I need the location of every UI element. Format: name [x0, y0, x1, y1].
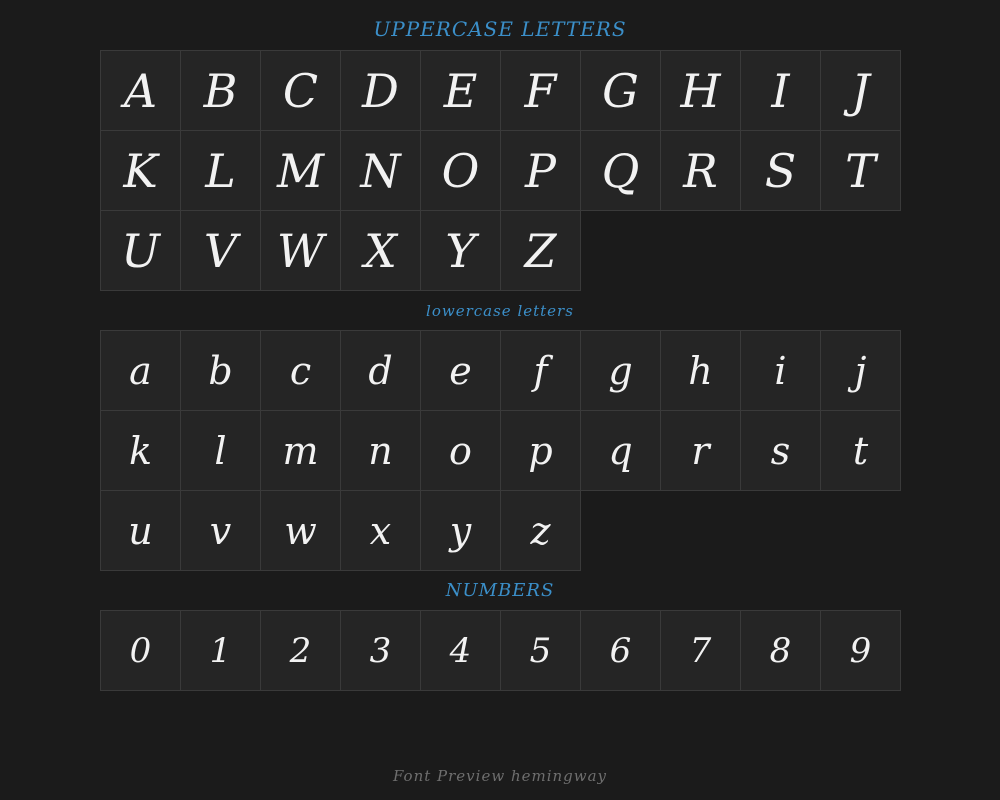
uppercase-glyph-cell: X	[341, 211, 421, 291]
numbers-heading: NUMBERS	[445, 580, 555, 601]
font-name-label: Font Preview hemingway	[392, 767, 608, 785]
uppercase-glyph-cell: Y	[421, 211, 501, 291]
uppercase-glyph-cell: O	[421, 131, 501, 211]
lowercase-glyph-cell: q	[581, 411, 661, 491]
lowercase-glyph-cell: a	[101, 331, 181, 411]
uppercase-glyph-cell: A	[101, 51, 181, 131]
uppercase-glyph-cell: M	[261, 131, 341, 211]
uppercase-glyph-cell: P	[501, 131, 581, 211]
lowercase-glyph-cell: o	[421, 411, 501, 491]
lowercase-glyph-cell: h	[661, 331, 741, 411]
lowercase-glyph-cell: t	[821, 411, 901, 491]
uppercase-glyph-cell: C	[261, 51, 341, 131]
numbers-glyph-cell: 9	[821, 611, 901, 691]
lowercase-glyph-cell: k	[101, 411, 181, 491]
lowercase-heading: lowercase letters	[426, 302, 574, 320]
lowercase-glyph-cell: j	[821, 331, 901, 411]
numbers-glyph-cell: 6	[581, 611, 661, 691]
uppercase-glyph-cell: K	[101, 131, 181, 211]
lowercase-glyph-cell: g	[581, 331, 661, 411]
lowercase-glyph-grid: abcdefghij klmnopqrst uvwxyz	[100, 330, 901, 571]
numbers-glyph-grid: 0123456789	[100, 610, 901, 691]
lowercase-glyph-cell: w	[261, 491, 341, 571]
uppercase-glyph-cell: S	[741, 131, 821, 211]
uppercase-glyph-cell: W	[261, 211, 341, 291]
numbers-glyph-cell: 0	[101, 611, 181, 691]
uppercase-glyph-cell: Z	[501, 211, 581, 291]
uppercase-glyph-cell: Q	[581, 131, 661, 211]
uppercase-glyph-cell: R	[661, 131, 741, 211]
lowercase-glyph-cell: l	[181, 411, 261, 491]
lowercase-glyph-cell: s	[741, 411, 821, 491]
lowercase-glyph-cell: b	[181, 331, 261, 411]
uppercase-glyph-cell: V	[181, 211, 261, 291]
uppercase-glyph-cell: B	[181, 51, 261, 131]
uppercase-glyph-cell: L	[181, 131, 261, 211]
lowercase-glyph-cell: n	[341, 411, 421, 491]
uppercase-glyph-cell: I	[741, 51, 821, 131]
uppercase-glyph-cell: T	[821, 131, 901, 211]
numbers-glyph-cell: 2	[261, 611, 341, 691]
uppercase-glyph-cell: H	[661, 51, 741, 131]
lowercase-glyph-cell: u	[101, 491, 181, 571]
lowercase-glyph-cell: i	[741, 331, 821, 411]
lowercase-glyph-cell: p	[501, 411, 581, 491]
lowercase-glyph-cell: e	[421, 331, 501, 411]
lowercase-glyph-cell: m	[261, 411, 341, 491]
uppercase-glyph-cell: J	[821, 51, 901, 131]
numbers-glyph-cell: 1	[181, 611, 261, 691]
lowercase-glyph-cell: d	[341, 331, 421, 411]
uppercase-heading: UPPERCASE LETTERS	[373, 17, 627, 41]
uppercase-glyph-grid: ABCDEFGHIJ KLMNOPQRST UVWXYZ	[100, 50, 901, 291]
lowercase-glyph-cell: z	[501, 491, 581, 571]
numbers-glyph-cell: 7	[661, 611, 741, 691]
lowercase-glyph-cell: r	[661, 411, 741, 491]
uppercase-glyph-cell: U	[101, 211, 181, 291]
uppercase-glyph-cell: G	[581, 51, 661, 131]
lowercase-glyph-cell: c	[261, 331, 341, 411]
uppercase-glyph-cell: D	[341, 51, 421, 131]
lowercase-glyph-cell: f	[501, 331, 581, 411]
numbers-glyph-cell: 8	[741, 611, 821, 691]
uppercase-glyph-cell: F	[501, 51, 581, 131]
lowercase-glyph-cell: x	[341, 491, 421, 571]
numbers-glyph-cell: 3	[341, 611, 421, 691]
uppercase-glyph-cell: N	[341, 131, 421, 211]
lowercase-glyph-cell: y	[421, 491, 501, 571]
numbers-glyph-cell: 5	[501, 611, 581, 691]
numbers-glyph-cell: 4	[421, 611, 501, 691]
lowercase-glyph-cell: v	[181, 491, 261, 571]
uppercase-glyph-cell: E	[421, 51, 501, 131]
